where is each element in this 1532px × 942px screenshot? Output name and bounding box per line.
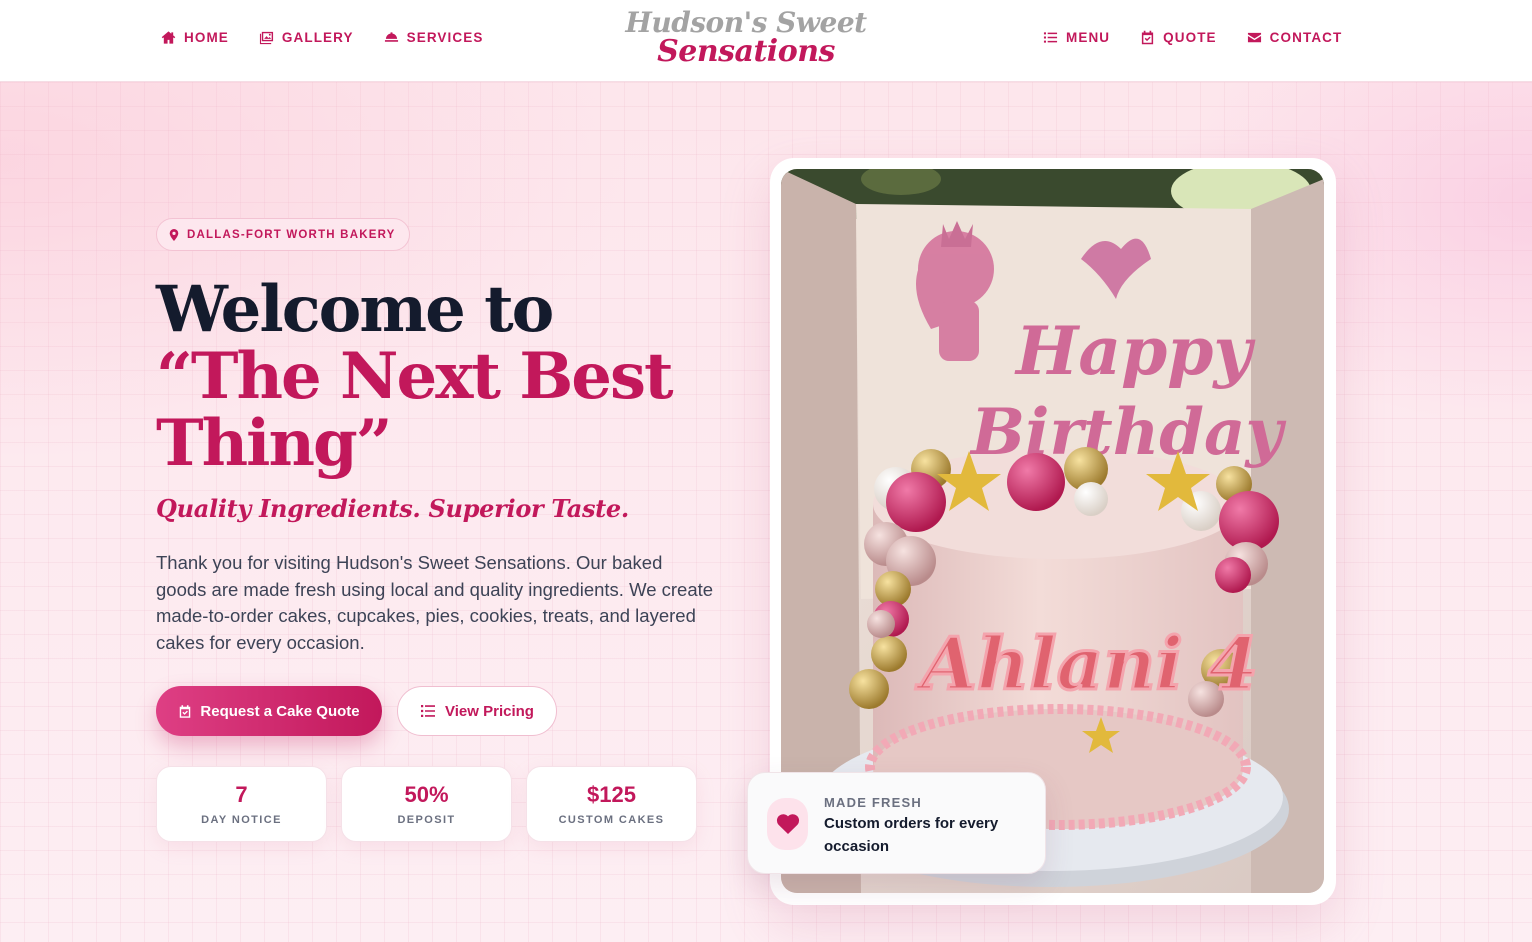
brand-logo-line1: Hudson's Sweet xyxy=(625,6,867,39)
nav-contact-link[interactable]: CONTACT xyxy=(1247,30,1343,45)
made-fresh-text: Custom orders for every occasion xyxy=(824,815,999,855)
primary-nav-left: HOME GALLERY SERVICES xyxy=(161,30,483,45)
cake-name-text: Ahlani 4 xyxy=(915,621,1258,706)
calendar-check-icon xyxy=(180,704,191,718)
nav-services-label: SERVICES xyxy=(406,30,484,45)
location-badge: DALLAS-FORT WORTH BAKERY xyxy=(156,218,410,251)
stat-custom-cakes: $125 CUSTOM CAKES xyxy=(526,766,697,842)
envelope-icon xyxy=(1247,32,1261,43)
request-quote-label: Request a Cake Quote xyxy=(200,702,360,720)
brand-logo-line2: Sensations xyxy=(657,34,835,69)
view-pricing-label: View Pricing xyxy=(445,702,534,720)
headline-line-2: “The Next Best xyxy=(156,339,674,414)
location-badge-text: DALLAS-FORT WORTH BAKERY xyxy=(187,228,396,241)
calendar-check-icon xyxy=(1142,30,1154,45)
heart-icon xyxy=(776,814,799,834)
list-icon xyxy=(421,705,436,717)
site-header: HOME GALLERY SERVICES Hudson's Sweet Sen… xyxy=(0,0,1532,82)
map-pin-icon xyxy=(169,228,179,241)
headline-line-1: Welcome to xyxy=(156,272,554,347)
stats-row: 7 DAY NOTICE 50% DEPOSIT $125 CUSTOM CAK… xyxy=(156,766,697,842)
made-fresh-card: MADE FRESH Custom orders for every occas… xyxy=(747,772,1046,874)
stat-value: 7 xyxy=(235,782,248,807)
stat-deposit: 50% DEPOSIT xyxy=(341,766,512,842)
stat-label: DAY NOTICE xyxy=(201,814,282,826)
nav-menu-link[interactable]: MENU xyxy=(1043,30,1110,45)
topper-birthday-text: Birthday xyxy=(969,395,1286,470)
gallery-icon xyxy=(259,31,273,45)
stat-value: 50% xyxy=(404,782,449,807)
cloche-icon xyxy=(384,32,398,42)
headline-line-3: Thing” xyxy=(156,406,393,481)
primary-nav-right: MENU QUOTE CONTACT xyxy=(1043,30,1342,45)
nav-menu-label: MENU xyxy=(1066,30,1111,45)
nav-home-label: HOME xyxy=(184,30,229,45)
hero-headline: Welcome to “The Next Best Thing” xyxy=(156,276,756,477)
hero-tagline: Quality Ingredients. Superior Taste. xyxy=(156,494,629,523)
hero-intro-text: Thank you for visiting Hudson's Sweet Se… xyxy=(156,552,714,653)
nav-gallery-link[interactable]: GALLERY xyxy=(259,30,354,45)
nav-contact-label: CONTACT xyxy=(1269,30,1343,45)
view-pricing-button[interactable]: View Pricing xyxy=(397,686,557,736)
stat-label: CUSTOM CAKES xyxy=(558,814,665,826)
topper-happy-text: Happy xyxy=(1014,312,1256,390)
nav-quote-label: QUOTE xyxy=(1163,30,1217,45)
brand-logo[interactable]: Hudson's Sweet Sensations xyxy=(600,6,892,69)
list-icon xyxy=(1043,32,1058,43)
home-icon xyxy=(161,31,176,44)
stat-label: DEPOSIT xyxy=(397,814,456,826)
nav-gallery-label: GALLERY xyxy=(281,30,354,45)
stat-value: $125 xyxy=(587,782,636,807)
fresh-icon-wrap xyxy=(767,798,808,850)
made-fresh-kicker: MADE FRESH xyxy=(824,795,922,810)
stat-day-notice: 7 DAY NOTICE xyxy=(156,766,327,842)
request-quote-button[interactable]: Request a Cake Quote xyxy=(156,686,382,736)
nav-services-link[interactable]: SERVICES xyxy=(384,30,484,45)
nav-quote-link[interactable]: QUOTE xyxy=(1140,30,1217,45)
nav-home-link[interactable]: HOME xyxy=(161,30,229,45)
